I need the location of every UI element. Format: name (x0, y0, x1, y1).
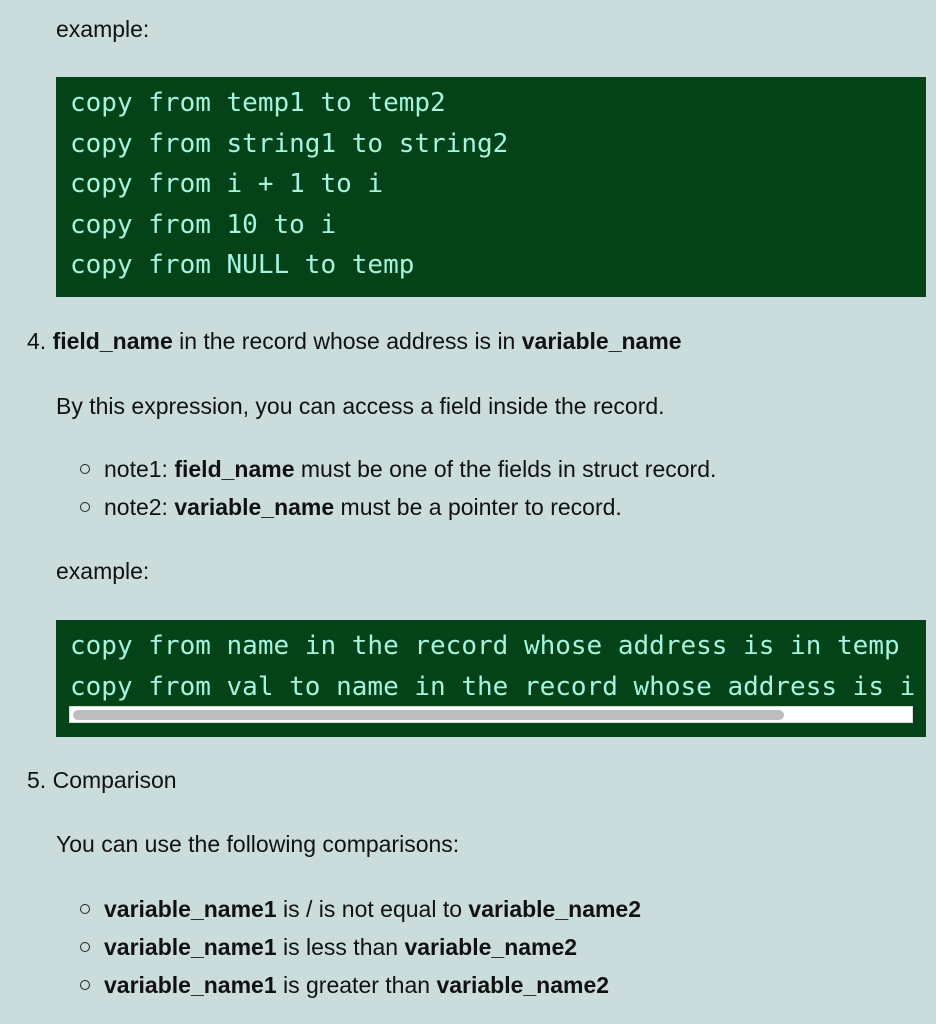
code-line: copy from string1 to string2 (70, 128, 509, 159)
code-line: copy from 10 to i (70, 209, 337, 240)
bold-term: variable_name (174, 494, 335, 520)
list-item-4-heading: 4. field_name in the record whose addres… (27, 328, 682, 355)
bullet-circle-icon (80, 979, 90, 990)
note-text: must be one of the fields in struct reco… (294, 456, 717, 482)
heading-text: Comparison (52, 767, 177, 793)
bullet-circle-icon (80, 941, 90, 952)
bold-term: variable_name1 (104, 972, 277, 998)
bullet-circle-icon (80, 463, 90, 474)
list-number: 5. (27, 767, 47, 793)
scrollbar-thumb[interactable] (73, 710, 784, 720)
section4-description: By this expression, you can access a fie… (56, 393, 665, 419)
comparison-text: is / is not equal to (276, 896, 469, 922)
list-item-5-heading: 5. Comparison (27, 767, 177, 794)
comparison-item: variable_name1 is greater than variable_… (80, 972, 609, 999)
bold-term: field_name (174, 456, 295, 482)
bold-term: variable_name2 (468, 896, 642, 922)
note-item: note1: field_name must be one of the fie… (80, 456, 716, 483)
note-text: must be a pointer to record. (334, 494, 622, 520)
horizontal-scrollbar[interactable] (69, 706, 913, 723)
code-block-record-examples[interactable]: copy from name in the record whose addre… (56, 620, 926, 737)
bold-term: variable_name2 (404, 934, 578, 960)
bold-term: variable_name1 (104, 896, 277, 922)
bold-term: variable_name1 (104, 934, 277, 960)
comparison-item: variable_name1 is / is not equal to vari… (80, 896, 641, 923)
code-line: copy from name in the record whose addre… (70, 631, 900, 661)
note-item: note2: variable_name must be a pointer t… (80, 494, 622, 521)
code-line: copy from val to name in the record whos… (70, 671, 914, 702)
comparison-text: is greater than (276, 972, 437, 998)
list-number: 4. (27, 328, 47, 354)
bold-term: variable_name2 (436, 972, 610, 998)
code-line: copy from i + 1 to i (70, 169, 384, 199)
bold-term: variable_name (521, 328, 682, 354)
bold-term: field_name (52, 328, 173, 354)
heading-text: in the record whose address is in (172, 328, 522, 354)
bullet-circle-icon (80, 501, 90, 512)
note-prefix: note1: (104, 456, 175, 482)
bullet-circle-icon (80, 903, 90, 914)
comparison-text: is less than (276, 934, 405, 960)
comparison-item: variable_name1 is less than variable_nam… (80, 934, 577, 961)
code-line: copy from NULL to temp (70, 250, 415, 280)
code-line: copy from temp1 to temp2 (70, 88, 446, 118)
note-prefix: note2: (104, 494, 175, 520)
section5-description: You can use the following comparisons: (56, 831, 460, 857)
code-block-copy-examples: copy from temp1 to temp2 copy from strin… (56, 77, 926, 297)
example-label: example: (56, 558, 150, 584)
example-label: example: (56, 16, 150, 42)
